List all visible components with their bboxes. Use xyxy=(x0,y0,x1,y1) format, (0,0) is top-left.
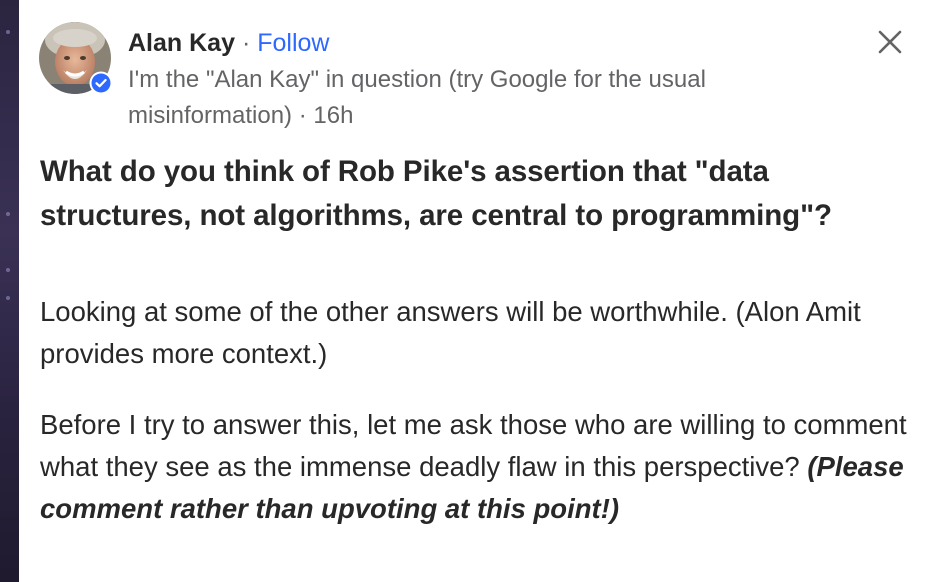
background-decoration xyxy=(6,296,10,300)
answer-timestamp[interactable]: 16h xyxy=(313,102,353,129)
separator-dot: · xyxy=(241,29,251,57)
answer-paragraph-text: Before I try to answer this, let me ask … xyxy=(40,409,907,482)
author-credential: I'm the "Alan Kay" in question (try Goog… xyxy=(128,62,828,134)
author-avatar[interactable] xyxy=(39,22,113,95)
close-button[interactable] xyxy=(874,26,906,58)
follow-button[interactable]: Follow xyxy=(257,29,329,57)
close-icon xyxy=(878,30,902,54)
question-title[interactable]: What do you think of Rob Pike's assertio… xyxy=(40,150,910,238)
background-decoration xyxy=(6,30,10,34)
author-name[interactable]: Alan Kay xyxy=(128,29,235,57)
background-page-edge xyxy=(0,0,19,582)
verified-badge-icon xyxy=(89,71,113,95)
answer-paragraph: Looking at some of the other answers wil… xyxy=(40,296,861,369)
answer-modal-screen: Alan Kay · Follow I'm the "Alan Kay" in … xyxy=(0,0,929,582)
separator-dot: · xyxy=(298,102,307,129)
background-decoration xyxy=(6,212,10,216)
author-header: Alan Kay · Follow xyxy=(128,28,329,58)
credential-text: I'm the "Alan Kay" in question (try Goog… xyxy=(128,66,706,129)
background-decoration xyxy=(6,268,10,272)
answer-card: Alan Kay · Follow I'm the "Alan Kay" in … xyxy=(19,0,929,582)
answer-paragraph: Before I try to answer this, let me ask … xyxy=(40,404,915,530)
